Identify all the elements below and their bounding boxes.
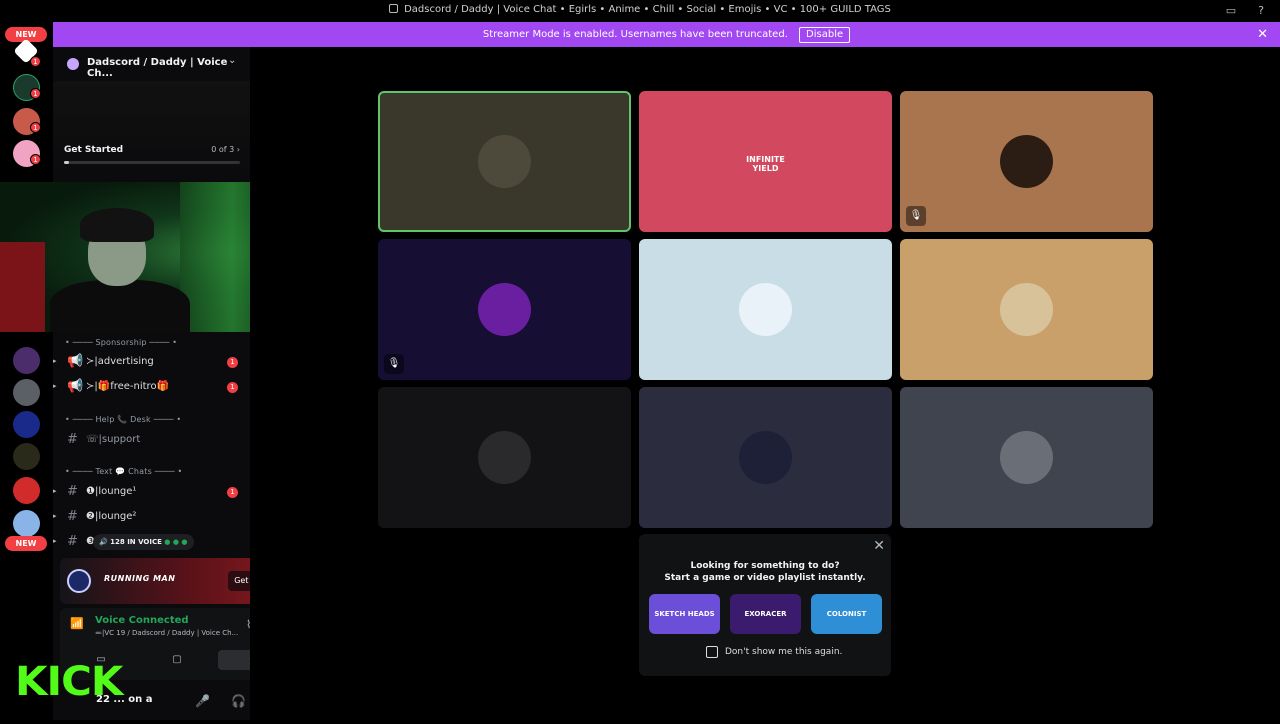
quest-icon bbox=[67, 569, 91, 593]
avatar bbox=[478, 283, 531, 336]
webcam-overlay bbox=[0, 182, 267, 332]
unread-badge: 1 bbox=[30, 56, 41, 67]
unread-badge: 1 bbox=[30, 122, 41, 133]
expand-icon: ▸ bbox=[53, 487, 57, 495]
channel-name: ❷|lounge² bbox=[86, 511, 137, 522]
window-title: Dadscord / Daddy | Voice Chat • Egirls •… bbox=[0, 4, 1280, 15]
channel-name: ❶|lounge¹ bbox=[86, 486, 137, 497]
signal-icon: 📶 bbox=[70, 617, 84, 630]
dont-show-label: Don't show me this again. bbox=[725, 647, 843, 657]
get-started-count: 0 of 3 › bbox=[211, 145, 240, 154]
server-icon[interactable] bbox=[13, 347, 40, 374]
avatar bbox=[1000, 283, 1053, 336]
unread-badge: 1 bbox=[227, 357, 238, 368]
unread-badge: 1 bbox=[30, 88, 41, 99]
activity-heading: Looking for something to do? bbox=[690, 561, 840, 571]
participant-tile[interactable] bbox=[900, 239, 1153, 380]
activity-prompt: ✕ Looking for something to do? Start a g… bbox=[639, 534, 891, 676]
category-text-chats[interactable]: • ──── Text 💬 Chats ──── • bbox=[65, 467, 182, 476]
voice-status[interactable]: Voice Connected bbox=[95, 615, 189, 626]
participant-tile[interactable] bbox=[639, 387, 892, 528]
avatar bbox=[1000, 135, 1053, 188]
server-header[interactable]: Dadscord / Daddy | Voice Ch... ⌄ bbox=[53, 47, 250, 81]
hash-icon: # bbox=[67, 484, 78, 499]
avatar bbox=[739, 283, 792, 336]
server-icon[interactable] bbox=[13, 379, 40, 406]
close-icon[interactable]: ✕ bbox=[1257, 22, 1268, 47]
headphones-icon[interactable]: 🎧 bbox=[231, 694, 246, 708]
microphone-icon[interactable]: 🎤 bbox=[195, 694, 210, 708]
unread-badge: 1 bbox=[227, 487, 238, 498]
kick-logo: KICK bbox=[15, 659, 123, 705]
new-badge: NEW bbox=[5, 536, 47, 551]
server-icon[interactable] bbox=[13, 411, 40, 438]
avatar bbox=[478, 135, 531, 188]
activity-card-exoracer[interactable]: EXORACER bbox=[730, 594, 801, 634]
streamer-mode-banner: Streamer Mode is enabled. Usernames have… bbox=[53, 22, 1280, 47]
participant-tile[interactable]: 🎙 bbox=[378, 239, 631, 380]
avatar bbox=[1000, 431, 1053, 484]
webcam-streamer-body bbox=[50, 280, 190, 332]
channel-support[interactable]: # ☏|support bbox=[53, 430, 243, 452]
avatar bbox=[478, 431, 531, 484]
participant-tile[interactable] bbox=[378, 387, 631, 528]
guild-rail: NEW 1 1 1 1 NEW bbox=[0, 22, 53, 720]
channel-advertising[interactable]: ▸ 📢 ≻|advertising 1 bbox=[53, 352, 243, 374]
participant-tile[interactable]: 🎙 bbox=[900, 91, 1153, 232]
help-icon[interactable]: ? bbox=[1254, 4, 1268, 18]
server-icon[interactable] bbox=[13, 477, 40, 504]
expand-icon: ▸ bbox=[53, 357, 57, 365]
expand-icon: ▸ bbox=[53, 537, 57, 545]
expand-icon: ▸ bbox=[53, 512, 57, 520]
participant-tile[interactable] bbox=[900, 387, 1153, 528]
activity-subheading: Start a game or video playlist instantly… bbox=[664, 573, 866, 583]
announcement-icon: 📢 bbox=[67, 354, 84, 369]
unread-badge: 1 bbox=[30, 154, 41, 165]
channel-lounge-1[interactable]: ▸ # ❶|lounge¹ 1 bbox=[53, 482, 243, 504]
channel-lounge-2[interactable]: ▸ # ❷|lounge² bbox=[53, 507, 243, 529]
promo-logo: RUNNING MAN bbox=[104, 574, 176, 583]
participant-tile[interactable] bbox=[378, 91, 631, 232]
get-started-progress bbox=[64, 161, 240, 164]
screenshare-button[interactable]: ▢ bbox=[142, 650, 212, 670]
server-name: Dadscord / Daddy | Voice Ch... bbox=[87, 57, 228, 79]
avatar bbox=[739, 431, 792, 484]
channel-free-nitro[interactable]: ▸ 📢 ≻|🎁free-nitro🎁 1 bbox=[53, 377, 243, 399]
activity-card-sketch-heads[interactable]: SKETCH HEADS bbox=[649, 594, 720, 634]
announcement-icon: 📢 bbox=[67, 379, 84, 394]
server-icon[interactable] bbox=[13, 443, 40, 470]
channel-name: ≻|advertising bbox=[86, 356, 154, 367]
hash-icon: # bbox=[67, 534, 78, 549]
webcam-streamer-hair bbox=[80, 208, 154, 242]
disable-streamer-button[interactable]: Disable bbox=[799, 27, 851, 43]
in-voice-pill[interactable]: 🔊 128 IN VOICE ● ● ● bbox=[93, 534, 194, 550]
hash-icon: # bbox=[67, 509, 78, 524]
channel-sidebar: Dadscord / Daddy | Voice Ch... ⌄ Get Sta… bbox=[53, 47, 296, 720]
unread-badge: 1 bbox=[227, 382, 238, 393]
dont-show-checkbox[interactable] bbox=[706, 646, 718, 658]
participant-tile[interactable]: INFINITE YIELD bbox=[639, 91, 892, 232]
channel-name: ☏|support bbox=[86, 434, 141, 445]
category-help-desk[interactable]: • ──── Help 📞 Desk ──── • bbox=[65, 415, 181, 424]
expand-icon: ▸ bbox=[53, 382, 57, 390]
server-icon bbox=[67, 58, 79, 70]
server-icon[interactable] bbox=[13, 510, 40, 537]
voice-channel-name[interactable]: ≕|VC 19 / Dadscord / Daddy | Voice Ch... bbox=[95, 629, 238, 637]
banner-message: Streamer Mode is enabled. Usernames have… bbox=[482, 29, 788, 40]
inbox-icon[interactable]: ▭ bbox=[1224, 4, 1238, 18]
hash-icon: # bbox=[67, 432, 78, 447]
get-started[interactable]: Get Started 0 of 3 › bbox=[64, 145, 240, 164]
webcam-object bbox=[0, 242, 45, 332]
title-bar: Dadscord / Daddy | Voice Chat • Egirls •… bbox=[0, 0, 1280, 22]
muted-mic-icon: 🎙 bbox=[384, 354, 404, 374]
close-icon[interactable]: ✕ bbox=[873, 538, 885, 554]
category-sponsorship[interactable]: • ──── Sponsorship ──── • bbox=[65, 338, 177, 347]
channel-name: ≻|🎁free-nitro🎁 bbox=[86, 381, 170, 392]
tile-label: INFINITE YIELD bbox=[746, 155, 785, 173]
muted-mic-icon: 🎙 bbox=[906, 206, 926, 226]
server-icon bbox=[389, 4, 399, 13]
activity-card-colonist[interactable]: COLONIST bbox=[811, 594, 882, 634]
participant-tile[interactable] bbox=[639, 239, 892, 380]
chevron-down-icon: ⌄ bbox=[228, 55, 237, 66]
